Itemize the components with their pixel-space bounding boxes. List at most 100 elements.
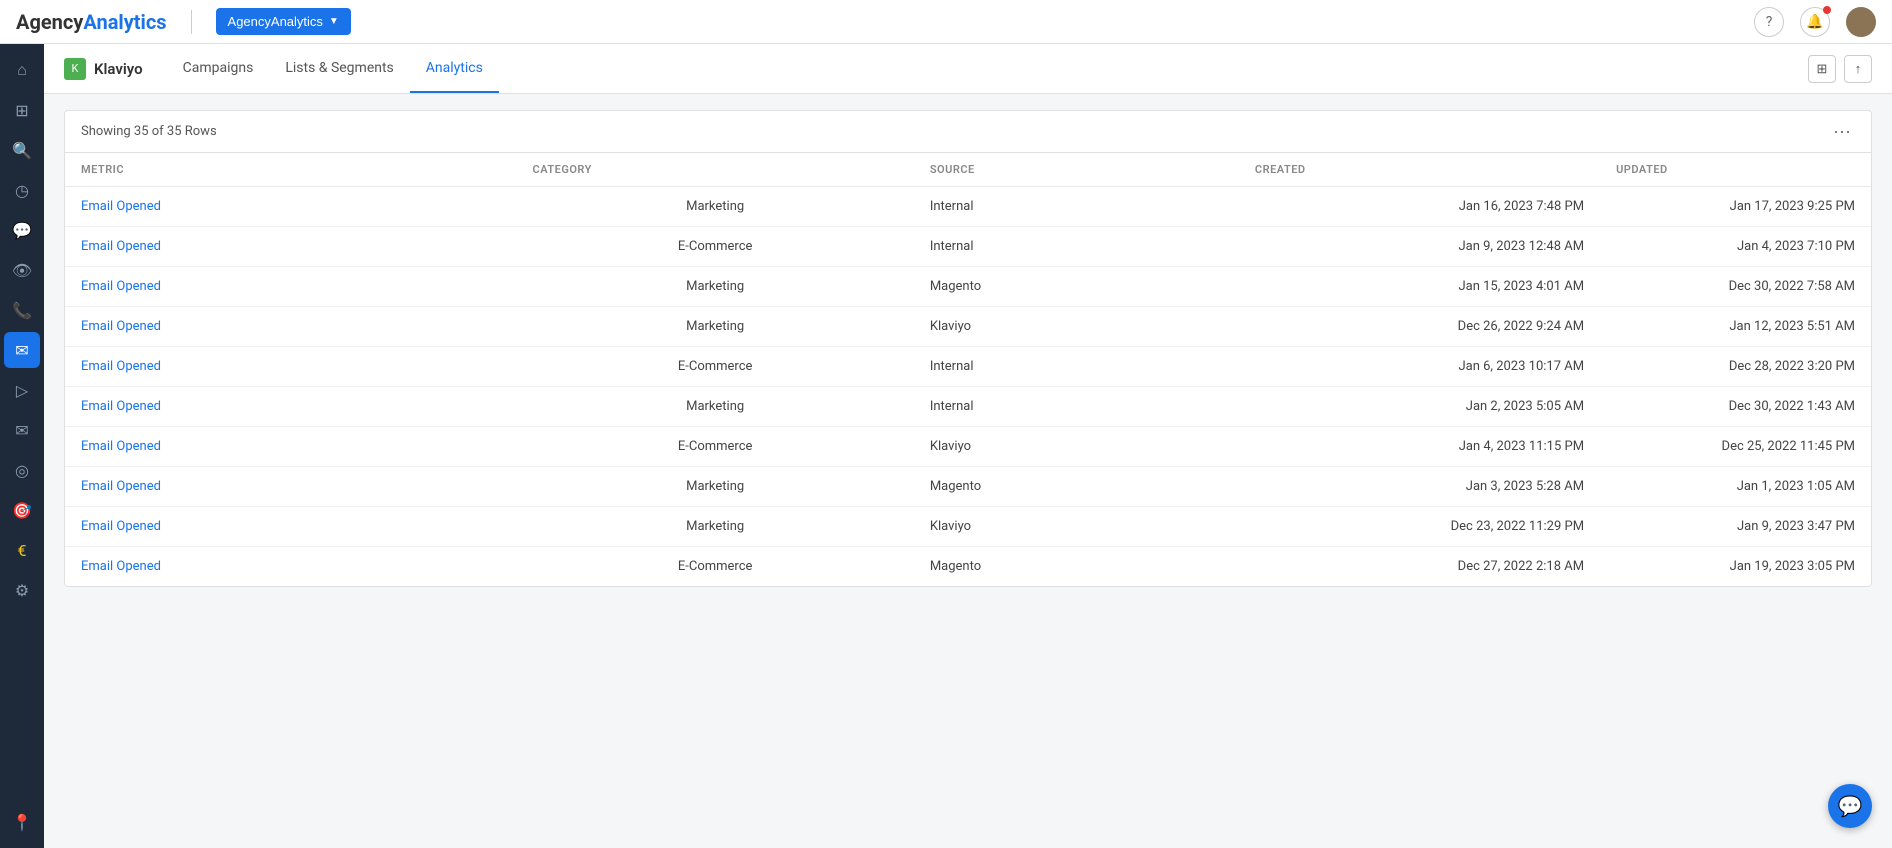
chat-bubble-button[interactable]: 💬 — [1828, 784, 1872, 828]
sidebar-item-home[interactable]: ⌂ — [4, 52, 40, 88]
metric-link[interactable]: Email Opened — [81, 479, 161, 494]
grid-icon: ⊞ — [15, 101, 28, 120]
data-table: METRIC CATEGORY SOURCE CREATED UPDATED E… — [65, 153, 1871, 586]
category-cell: E-Commerce — [517, 547, 914, 587]
sidebar-item-phone[interactable]: 📞 — [4, 292, 40, 328]
category-cell: E-Commerce — [517, 227, 914, 267]
sidebar-item-location[interactable]: 📍 — [4, 804, 40, 840]
help-button[interactable]: ? — [1754, 7, 1784, 37]
table-card: Showing 35 of 35 Rows ··· METRIC CATEGOR… — [64, 110, 1872, 587]
updated-cell: Dec 25, 2022 11:45 PM — [1600, 427, 1871, 467]
created-cell: Jan 2, 2023 5:05 AM — [1239, 387, 1600, 427]
sidebar-item-listen[interactable]: 👁 — [4, 252, 40, 288]
table-row: Email OpenedE-CommerceInternalJan 6, 202… — [65, 347, 1871, 387]
coin-icon: € — [18, 541, 27, 560]
metric-link[interactable]: Email Opened — [81, 199, 161, 214]
sidebar-item-chat[interactable]: 💬 — [4, 212, 40, 248]
table-row: Email OpenedE-CommerceMagentoDec 27, 202… — [65, 547, 1871, 587]
tab-navigation: Campaigns Lists & Segments Analytics — [167, 44, 499, 93]
metric-link[interactable]: Email Opened — [81, 439, 161, 454]
location-icon: 📍 — [12, 813, 32, 832]
updated-cell: Jan 9, 2023 3:47 PM — [1600, 507, 1871, 547]
source-cell: Internal — [914, 187, 1239, 227]
updated-cell: Dec 30, 2022 7:58 AM — [1600, 267, 1871, 307]
user-avatar[interactable] — [1846, 7, 1876, 37]
share-button[interactable]: ↑ — [1844, 55, 1872, 83]
category-cell: Marketing — [517, 387, 914, 427]
col-header-created: CREATED — [1239, 153, 1600, 187]
chat-bubble-icon: 💬 — [1838, 794, 1863, 818]
created-cell: Jan 3, 2023 5:28 AM — [1239, 467, 1600, 507]
table-row: Email OpenedMarketingInternalJan 16, 202… — [65, 187, 1871, 227]
col-header-source: SOURCE — [914, 153, 1239, 187]
sub-header: K Klaviyo Campaigns Lists & Segments Ana… — [44, 44, 1892, 94]
brand-area: K Klaviyo — [64, 58, 143, 80]
source-cell: Magento — [914, 467, 1239, 507]
arrow-right-icon: ▷ — [16, 381, 28, 400]
agency-dropdown-button[interactable]: AgencyAnalytics ▼ — [216, 8, 351, 35]
sidebar-item-grid[interactable]: ⊞ — [4, 92, 40, 128]
metric-link[interactable]: Email Opened — [81, 399, 161, 414]
question-icon: ? — [1766, 14, 1773, 30]
sidebar-item-target[interactable]: 🎯 — [4, 492, 40, 528]
listen-icon: 👁 — [12, 261, 32, 280]
row-count-label: Showing 35 of 35 Rows — [81, 124, 217, 139]
mail-icon: ✉ — [15, 421, 28, 440]
source-cell: Internal — [914, 347, 1239, 387]
more-options-button[interactable]: ··· — [1829, 121, 1855, 142]
sidebar-item-settings[interactable]: ⚙ — [4, 572, 40, 608]
metric-link[interactable]: Email Opened — [81, 319, 161, 334]
metric-link[interactable]: Email Opened — [81, 279, 161, 294]
sidebar-item-arrow[interactable]: ▷ — [4, 372, 40, 408]
table-row: Email OpenedMarketingKlaviyoDec 23, 2022… — [65, 507, 1871, 547]
logo: AgencyAnalytics — [16, 10, 167, 34]
tab-lists-segments[interactable]: Lists & Segments — [269, 44, 409, 93]
search-icon: 🔍 — [12, 141, 32, 160]
notification-button[interactable]: 🔔 — [1800, 7, 1830, 37]
brand-icon: K — [64, 58, 86, 80]
category-cell: Marketing — [517, 507, 914, 547]
sub-header-right: ⊞ ↑ — [1808, 55, 1872, 83]
created-cell: Jan 6, 2023 10:17 AM — [1239, 347, 1600, 387]
sidebar-item-clock[interactable]: ◷ — [4, 172, 40, 208]
table-row: Email OpenedE-CommerceInternalJan 9, 202… — [65, 227, 1871, 267]
logo-area: AgencyAnalytics AgencyAnalytics ▼ — [16, 8, 1754, 35]
sidebar-item-globe[interactable]: ◎ — [4, 452, 40, 488]
table-row: Email OpenedE-CommerceKlaviyoJan 4, 2023… — [65, 427, 1871, 467]
agency-btn-label: AgencyAnalytics — [228, 14, 323, 29]
tab-analytics[interactable]: Analytics — [410, 44, 499, 93]
grid-view-button[interactable]: ⊞ — [1808, 55, 1836, 83]
globe-icon: ◎ — [15, 461, 29, 480]
updated-cell: Dec 30, 2022 1:43 AM — [1600, 387, 1871, 427]
table-row: Email OpenedMarketingMagentoJan 3, 2023 … — [65, 467, 1871, 507]
bell-icon: 🔔 — [1806, 14, 1823, 30]
sidebar-item-mail2[interactable]: ✉ — [4, 412, 40, 448]
source-cell: Klaviyo — [914, 427, 1239, 467]
header-right: ? 🔔 — [1754, 7, 1876, 37]
settings-icon: ⚙ — [15, 581, 29, 600]
home-icon: ⌂ — [17, 60, 27, 80]
created-cell: Dec 23, 2022 11:29 PM — [1239, 507, 1600, 547]
updated-cell: Dec 28, 2022 3:20 PM — [1600, 347, 1871, 387]
metric-link[interactable]: Email Opened — [81, 559, 161, 574]
target-icon: 🎯 — [12, 501, 32, 520]
sidebar-item-search[interactable]: 🔍 — [4, 132, 40, 168]
col-header-metric: METRIC — [65, 153, 517, 187]
metric-link[interactable]: Email Opened — [81, 519, 161, 534]
brand-name: Klaviyo — [94, 60, 143, 78]
sidebar-item-email[interactable]: ✉ — [4, 332, 40, 368]
clock-icon: ◷ — [15, 181, 29, 200]
table-header-row: Showing 35 of 35 Rows ··· — [65, 111, 1871, 153]
metric-link[interactable]: Email Opened — [81, 359, 161, 374]
updated-cell: Jan 19, 2023 3:05 PM — [1600, 547, 1871, 587]
grid-view-icon: ⊞ — [1817, 61, 1828, 77]
metric-link[interactable]: Email Opened — [81, 239, 161, 254]
source-cell: Klaviyo — [914, 307, 1239, 347]
created-cell: Dec 27, 2022 2:18 AM — [1239, 547, 1600, 587]
phone-icon: 📞 — [12, 301, 32, 320]
sidebar-item-coin[interactable]: € — [4, 532, 40, 568]
notification-dot — [1823, 6, 1831, 14]
tab-campaigns[interactable]: Campaigns — [167, 44, 270, 93]
created-cell: Jan 16, 2023 7:48 PM — [1239, 187, 1600, 227]
sidebar-bottom: 📍 — [4, 804, 40, 840]
